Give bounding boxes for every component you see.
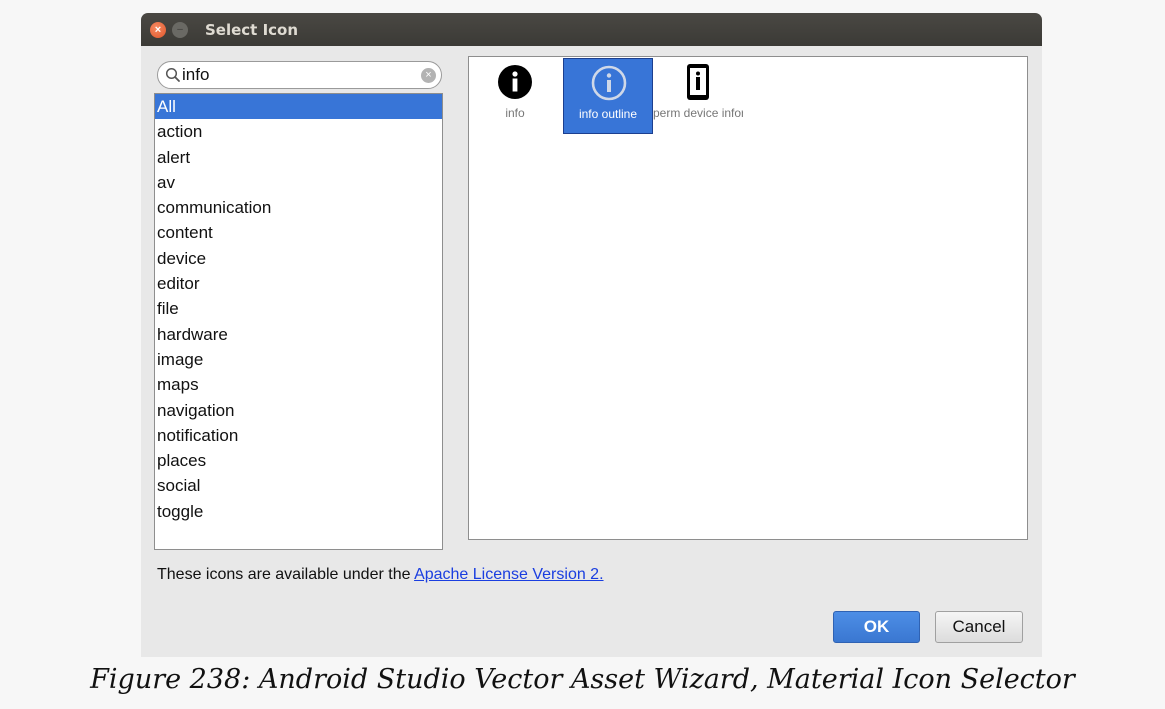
category-item-places[interactable]: places xyxy=(155,448,442,473)
icon-grid[interactable]: info info outline perm device informatio… xyxy=(468,56,1028,540)
figure-caption: Figure 238: Android Studio Vector Asset … xyxy=(90,664,1075,695)
category-item-notification[interactable]: notification xyxy=(155,423,442,448)
category-item-device[interactable]: device xyxy=(155,246,442,271)
category-item-social[interactable]: social xyxy=(155,473,442,498)
cancel-button[interactable]: Cancel xyxy=(935,611,1023,643)
window-title: Select Icon xyxy=(205,21,299,39)
category-list[interactable]: All action alert av communication content devi… xyxy=(154,93,443,550)
perm-device-information-icon xyxy=(687,64,709,100)
clear-search-icon[interactable]: × xyxy=(421,68,436,83)
title-bar[interactable]: × – Select Icon xyxy=(141,13,1042,46)
apache-license-link[interactable]: Apache License Version 2. xyxy=(414,566,603,583)
category-item-alert[interactable]: alert xyxy=(155,145,442,170)
icon-label: perm device information xyxy=(653,106,743,120)
category-item-action[interactable]: action xyxy=(155,119,442,144)
category-item-hardware[interactable]: hardware xyxy=(155,322,442,347)
search-input[interactable] xyxy=(182,65,412,85)
search-icon xyxy=(165,67,180,82)
license-text: These icons are available under the xyxy=(157,566,415,583)
category-item-editor[interactable]: editor xyxy=(155,271,442,296)
category-item-image[interactable]: image xyxy=(155,347,442,372)
info-outline-icon xyxy=(591,65,627,101)
category-item-file[interactable]: file xyxy=(155,296,442,321)
category-item-content[interactable]: content xyxy=(155,220,442,245)
window-close-button[interactable]: × xyxy=(150,22,166,38)
category-item-maps[interactable]: maps xyxy=(155,372,442,397)
category-item-av[interactable]: av xyxy=(155,170,442,195)
ok-button[interactable]: OK xyxy=(833,611,920,643)
category-item-communication[interactable]: communication xyxy=(155,195,442,220)
window-minimize-button[interactable]: – xyxy=(172,22,188,38)
icon-cell-info[interactable]: info xyxy=(470,58,560,134)
license-note: These icons are available under the Apac… xyxy=(157,566,604,584)
icon-cell-info-outline[interactable]: info outline xyxy=(563,58,653,134)
info-icon xyxy=(498,65,532,99)
icon-cell-perm-device-information[interactable]: perm device information xyxy=(653,58,743,134)
icon-label: info outline xyxy=(578,107,638,121)
category-item-navigation[interactable]: navigation xyxy=(155,398,442,423)
select-icon-dialog: × – Select Icon × Allactionalertavcommun… xyxy=(141,13,1042,657)
icon-label: info xyxy=(505,106,525,120)
category-item-toggle[interactable]: toggle xyxy=(155,499,442,524)
category-item-All[interactable]: All xyxy=(155,94,442,120)
search-field[interactable]: × xyxy=(157,61,442,89)
